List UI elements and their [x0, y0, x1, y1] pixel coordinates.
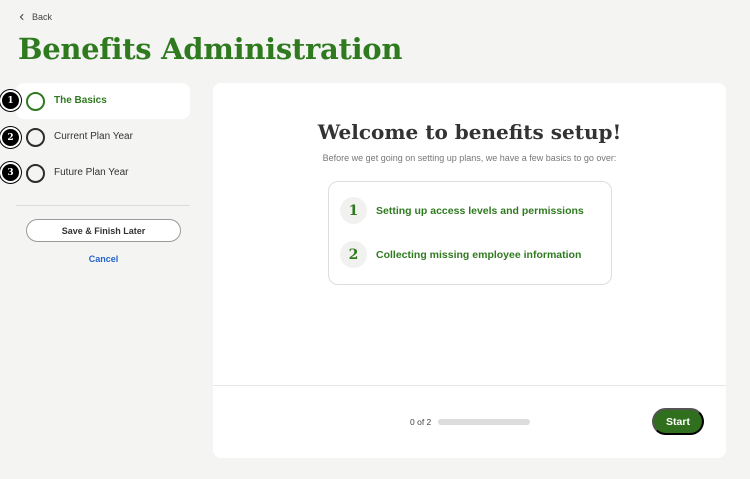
steps-overview-box: 1 Setting up access levels and permissio… [328, 181, 612, 285]
setup-card: Welcome to benefits setup! Before we get… [213, 83, 726, 458]
overview-item-number: 1 [340, 197, 367, 224]
cancel-link[interactable]: Cancel [26, 254, 181, 264]
overview-item-number: 2 [340, 241, 367, 268]
save-finish-later-button[interactable]: Save & Finish Later [26, 219, 181, 242]
step-status-circle-icon [26, 128, 45, 147]
chevron-left-icon [19, 13, 24, 21]
overview-item: 2 Collecting missing employee informatio… [340, 241, 581, 268]
step-the-basics[interactable]: The Basics [16, 83, 190, 119]
step-number-badge: 1 [0, 90, 21, 111]
progress-bar [438, 419, 530, 425]
step-status-circle-icon [26, 164, 45, 183]
sidebar-divider [16, 205, 190, 206]
step-number-badge: 2 [0, 127, 21, 148]
step-label: The Basics [54, 95, 107, 106]
welcome-title: Welcome to benefits setup! [317, 120, 622, 144]
overview-item-text: Collecting missing employee information [376, 248, 582, 261]
step-current-plan-year[interactable]: Current Plan Year [16, 119, 190, 155]
step-future-plan-year[interactable]: Future Plan Year [16, 155, 190, 191]
footer-divider [213, 385, 726, 386]
progress-text: 0 of 2 [410, 417, 432, 427]
back-label: Back [32, 12, 53, 22]
welcome-subtitle: Before we get going on setting up plans,… [322, 153, 617, 163]
overview-item: 1 Setting up access levels and permissio… [340, 197, 584, 224]
step-number-badge: 3 [0, 162, 21, 183]
step-status-circle-icon [26, 92, 45, 111]
step-label: Future Plan Year [54, 167, 129, 178]
start-button[interactable]: Start [652, 408, 704, 435]
overview-item-text: Setting up access levels and permissions [376, 204, 584, 217]
page-title: Benefits Administration [18, 32, 403, 66]
back-link[interactable]: Back [18, 12, 52, 22]
step-label: Current Plan Year [54, 131, 133, 142]
